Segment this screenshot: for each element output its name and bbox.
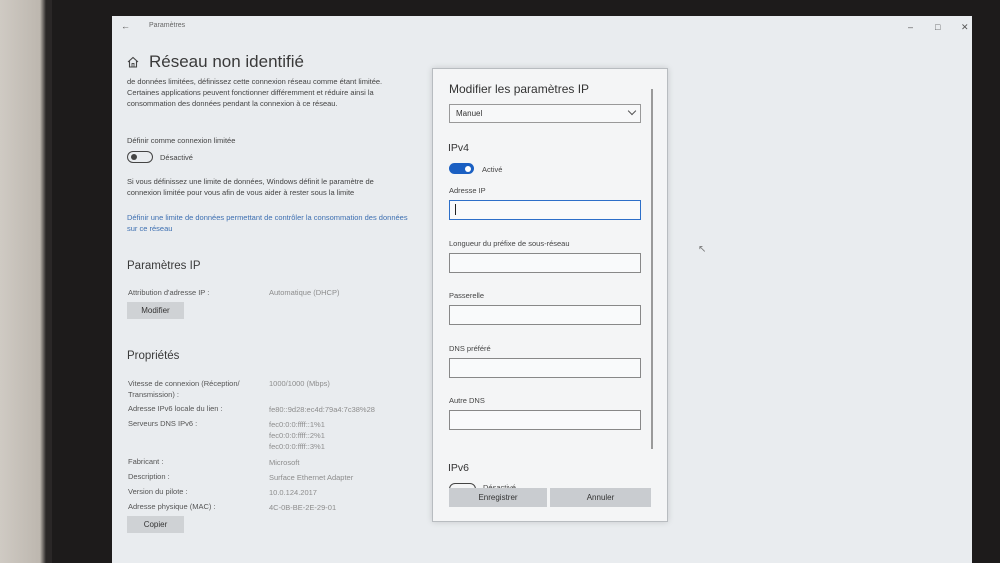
prop-value-manufacturer: Microsoft — [269, 458, 300, 467]
prop-key-mac: Adresse physique (MAC) : — [128, 502, 216, 511]
prop-value-description: Surface Ethernet Adapter — [269, 473, 354, 482]
prop-key-manufacturer: Fabricant : — [128, 457, 164, 466]
prop-value-ipv6-local: fe80::9d28:ec4d:79a4:7c38%28 — [269, 405, 375, 414]
gateway-input[interactable] — [449, 305, 641, 325]
prop-value-mac: 4C-0B-BE-2E-29-01 — [269, 503, 337, 512]
edit-ip-dialog: Modifier les paramètres IP Manuel IPv4 A… — [432, 68, 668, 522]
minimize-icon[interactable]: – — [908, 22, 913, 32]
settings-window: ← Paramètres – □ ✕ Réseau non identifié … — [112, 16, 972, 563]
text-caret — [455, 204, 456, 215]
maximize-icon[interactable]: □ — [935, 22, 940, 32]
ip-settings-title: Paramètres IP — [127, 260, 201, 272]
alternate-dns-input[interactable] — [449, 410, 641, 430]
properties-title: Propriétés — [127, 350, 180, 362]
subnet-prefix-label: Longueur du préfixe de sous-réseau — [449, 239, 570, 248]
metered-toggle[interactable] — [127, 151, 153, 163]
prop-key-dns-ipv6: Serveurs DNS IPv6 : — [128, 419, 198, 428]
toggle-knob — [465, 165, 471, 172]
close-icon[interactable]: ✕ — [961, 22, 969, 33]
metered-label: Définir comme connexion limitée — [127, 136, 236, 145]
ip-assignment-value: Automatique (DHCP) — [269, 288, 340, 297]
back-arrow-icon[interactable]: ← — [121, 21, 130, 31]
prop-value-speed: 1000/1000 (Mbps) — [269, 379, 330, 388]
ip-address-label: Adresse IP — [449, 186, 486, 195]
data-limit-link[interactable]: Définir une limite de données permettant… — [127, 212, 412, 234]
cancel-button[interactable]: Annuler — [550, 488, 651, 507]
modify-ip-button[interactable]: Modifier — [127, 302, 184, 319]
page-header: Réseau non identifié — [127, 52, 304, 72]
ipv4-title: IPv4 — [448, 142, 470, 154]
alternate-dns-label: Autre DNS — [449, 396, 485, 405]
copy-button[interactable]: Copier — [127, 516, 184, 533]
ip-assignment-label: Attribution d'adresse IP : — [128, 288, 210, 297]
window-title: Paramètres — [149, 22, 186, 29]
ip-mode-dropdown[interactable]: Manuel — [449, 104, 641, 123]
ipv4-toggle[interactable] — [449, 163, 474, 174]
metered-note: Si vous définissez une limite de données… — [127, 177, 374, 197]
preferred-dns-input[interactable] — [449, 358, 641, 378]
dialog-title: Modifier les paramètres IP — [449, 82, 590, 96]
metered-state: Désactivé — [160, 153, 193, 162]
prop-value-dns-ipv6: fec0:0:0:ffff::1%1 fec0:0:0:ffff::2%1 fe… — [269, 420, 325, 451]
metered-description: de données limitées, définissez cette co… — [127, 77, 383, 108]
home-icon — [127, 56, 139, 68]
prop-key-description: Description : — [128, 472, 170, 481]
device-bezel — [0, 0, 52, 563]
save-button[interactable]: Enregistrer — [449, 488, 547, 507]
ip-address-input[interactable] — [449, 200, 641, 220]
prop-value-driver-version: 10.0.124.2017 — [269, 488, 317, 497]
toggle-knob — [131, 154, 137, 160]
title-bar: ← Paramètres – □ ✕ — [112, 16, 972, 36]
preferred-dns-label: DNS préféré — [449, 344, 491, 353]
mouse-pointer-icon: ↖ — [698, 244, 707, 255]
prop-key-ipv6-local: Adresse IPv6 locale du lien : — [128, 404, 223, 413]
prop-key-speed: Vitesse de connexion (Réception/ Transmi… — [128, 379, 240, 399]
ip-mode-value: Manuel — [456, 109, 483, 118]
gateway-label: Passerelle — [449, 291, 485, 300]
dialog-scrollbar[interactable] — [651, 89, 653, 449]
chevron-down-icon — [627, 106, 637, 116]
prop-key-driver-version: Version du pilote : — [128, 487, 188, 496]
subnet-prefix-input[interactable] — [449, 253, 641, 273]
ipv6-title: IPv6 — [448, 462, 470, 474]
page-title: Réseau non identifié — [149, 52, 305, 71]
ipv4-state: Activé — [482, 165, 503, 174]
